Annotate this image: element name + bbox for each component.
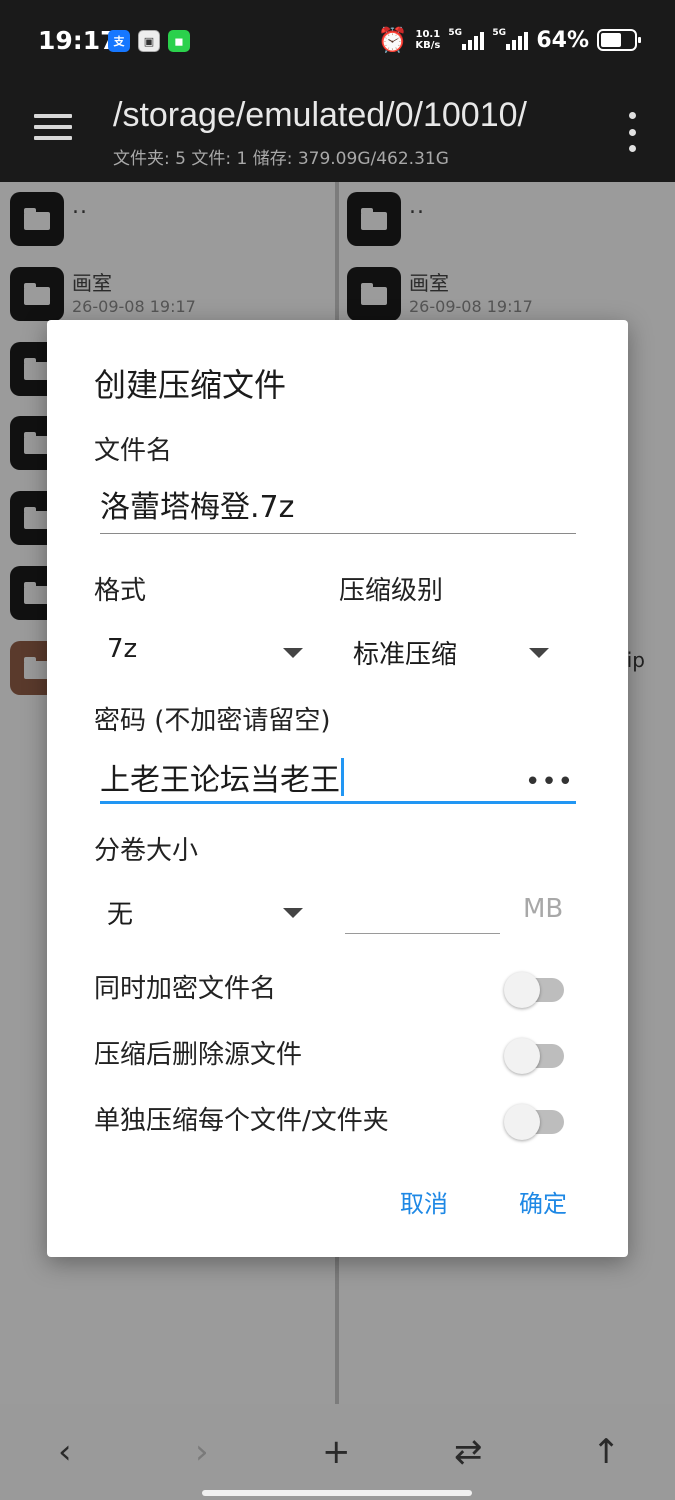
folder-icon [347,267,401,321]
menu-icon[interactable] [34,114,72,144]
filename-input[interactable]: 洛蕾塔梅登.7z [100,488,576,534]
volume-size-label: 分卷大小 [94,836,199,866]
show-password-icon[interactable]: ••• [525,762,574,802]
chevron-down-icon [283,908,303,918]
alarm-icon: ⏰ [377,26,408,54]
list-item[interactable]: 画室 26-09-08 19:17 [10,267,330,323]
folder-icon [10,267,64,321]
compression-level-label: 压缩级别 [339,576,444,606]
create-archive-dialog: 创建压缩文件 文件名 洛蕾塔梅登.7z 格式 压缩级别 7z 标准压缩 密码 (… [47,320,628,1257]
text-caret [341,758,344,796]
compress-separately-row[interactable]: 单独压缩每个文件/文件夹 [94,1100,564,1140]
iqiyi-icon: ◼ [168,30,190,52]
list-item[interactable]: 画室 26-09-08 19:17 [347,267,667,323]
signal-icon: 5G [492,28,529,50]
bottom-toolbar: ‹ › + ⇄ ↑ [0,1404,675,1500]
gesture-bar[interactable] [202,1490,472,1496]
swap-panes-button[interactable]: ⇄ [454,1432,483,1472]
status-time: 19:17 [38,26,118,55]
chevron-down-icon [529,648,549,658]
status-bar: 19:17 支 ▣ ◼ ⏰ 10.1 KB/s 5G 5G 64% [0,0,675,84]
signal-icon: 5G [448,28,485,50]
alipay-icon: 支 [108,30,130,52]
battery-icon [597,29,641,51]
back-button[interactable]: ‹ [58,1432,72,1472]
confirm-button[interactable]: 确定 [519,1184,567,1219]
compress-separately-toggle[interactable] [504,1104,564,1140]
parent-folder-row[interactable]: .. [10,192,330,248]
parent-folder-row[interactable]: .. [347,192,667,248]
more-options-icon[interactable] [627,112,637,152]
encrypt-filenames-toggle[interactable] [504,972,564,1008]
compression-level-select[interactable]: 标准压缩 [353,634,549,674]
app-icon: ▣ [138,30,160,52]
filename-label: 文件名 [94,436,173,466]
volume-unit: MB [523,894,564,924]
encrypt-filenames-row[interactable]: 同时加密文件名 [94,968,564,1008]
dialog-title: 创建压缩文件 [94,366,287,404]
chevron-down-icon [283,648,303,658]
current-path[interactable]: /storage/emulated/0/10010/ [113,96,527,135]
format-label: 格式 [94,576,147,606]
net-speed: 10.1 KB/s [415,29,441,51]
app-bar: /storage/emulated/0/10010/ 文件夹: 5 文件: 1 … [0,84,675,182]
add-button[interactable]: + [322,1432,351,1472]
file-name-peek: ip [626,648,645,672]
cancel-button[interactable]: 取消 [400,1184,448,1219]
forward-button[interactable]: › [195,1432,209,1472]
volume-size-input[interactable] [345,888,500,934]
format-select[interactable]: 7z [107,634,303,674]
folder-icon [10,192,64,246]
up-directory-button[interactable]: ↑ [592,1432,621,1472]
delete-source-row[interactable]: 压缩后删除源文件 [94,1034,564,1074]
folder-icon [347,192,401,246]
volume-size-select[interactable]: 无 [107,894,303,934]
storage-info: 文件夹: 5 文件: 1 储存: 379.09G/462.31G [113,149,449,169]
password-label: 密码 (不加密请留空) [94,706,331,736]
battery-percent: 64% [536,27,589,53]
password-input[interactable]: 上老王论坛当老王 ••• [100,758,576,804]
delete-source-toggle[interactable] [504,1038,564,1074]
